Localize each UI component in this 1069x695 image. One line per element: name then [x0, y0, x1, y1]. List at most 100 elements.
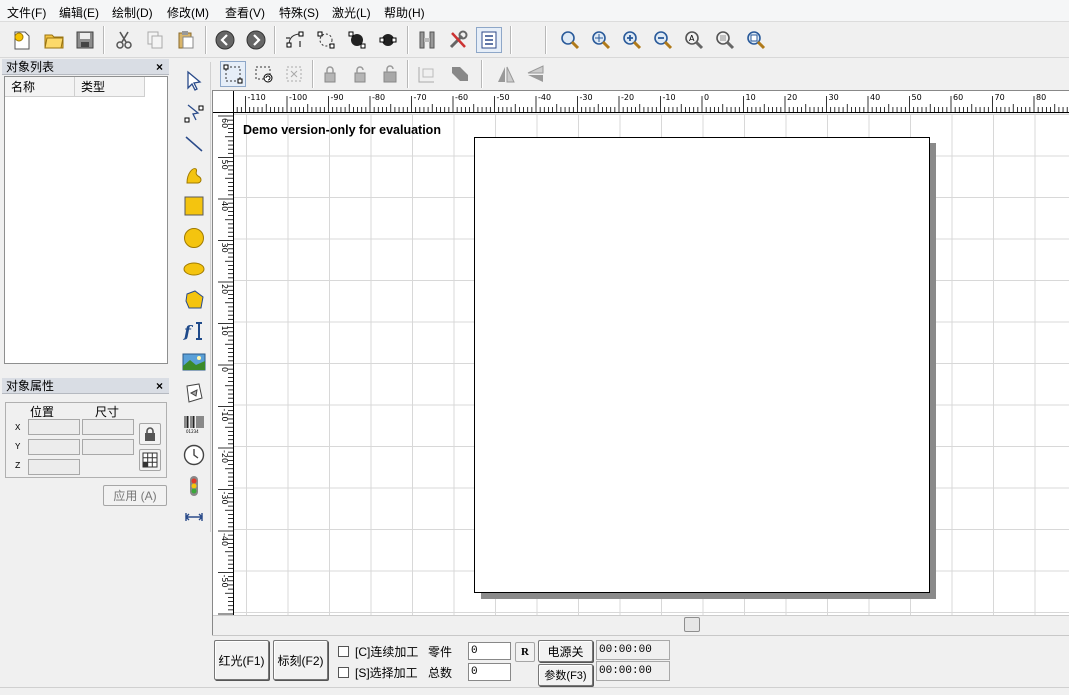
size-y-field[interactable] — [82, 439, 134, 455]
zoom-grid-icon[interactable] — [712, 27, 738, 53]
align-bottom-left-icon[interactable] — [413, 61, 439, 87]
vector-file-tool-icon[interactable] — [180, 379, 208, 407]
select-arrow-icon[interactable] — [180, 67, 208, 95]
redo-icon[interactable] — [243, 27, 269, 53]
pos-x-field[interactable] — [28, 419, 80, 435]
select-scale-icon[interactable] — [281, 61, 307, 87]
align-icon[interactable] — [414, 27, 440, 53]
pos-y-field[interactable] — [28, 439, 80, 455]
unlock-icon[interactable] — [347, 61, 373, 87]
horizontal-ruler: -110 -100 -90 -80 -70 -60 -50 -40 -30 -20 -10 0 10 20… — [234, 91, 1069, 113]
bitmap-tool-icon[interactable] — [180, 348, 208, 376]
new-file-icon[interactable] — [9, 27, 35, 53]
select-process-checkbox[interactable] — [338, 667, 349, 678]
zoom-all-icon[interactable]: A — [681, 27, 707, 53]
mirror-horizontal-icon[interactable] — [493, 61, 519, 87]
main-toolbar: A — [0, 22, 1069, 58]
barcode-tool-icon[interactable]: 01234 — [180, 410, 208, 438]
ruler-label: 30 — [829, 93, 839, 102]
toolbar-separator — [407, 60, 409, 88]
ellipse-tool-icon[interactable] — [180, 255, 208, 283]
zoom-pan-icon[interactable] — [588, 27, 614, 53]
grid-3x3-icon — [142, 452, 158, 468]
lock-icon[interactable] — [317, 61, 343, 87]
menu-help[interactable]: 帮助(H) — [384, 4, 425, 21]
menu-laser[interactable]: 激光(L) — [332, 4, 371, 21]
save-icon[interactable] — [72, 27, 98, 53]
ruler-label: 20 — [787, 93, 797, 102]
paste-icon[interactable] — [173, 27, 199, 53]
objlist-close-icon[interactable]: × — [156, 59, 163, 75]
list-view-icon[interactable] — [476, 27, 502, 53]
object-list[interactable]: 名称 类型 — [4, 76, 168, 364]
curve-tool-icon[interactable] — [180, 161, 208, 189]
mirror-vertical-icon[interactable] — [523, 61, 549, 87]
tools-wrench-icon[interactable] — [445, 27, 471, 53]
cut-icon[interactable] — [111, 27, 137, 53]
polygon-tool-icon[interactable] — [180, 286, 208, 314]
zoom-icon[interactable] — [557, 27, 583, 53]
node-edit-icon[interactable] — [282, 27, 308, 53]
ruler-label: -30 — [220, 492, 229, 505]
timer-tool-icon[interactable] — [180, 441, 208, 469]
parts-input[interactable]: 0 — [468, 642, 511, 660]
menu-special[interactable]: 特殊(S) — [279, 4, 319, 21]
circle-tool-icon[interactable] — [180, 224, 208, 252]
horizontal-scrollbar[interactable] — [213, 615, 1069, 633]
output-port-tool-icon[interactable] — [180, 503, 208, 531]
params-button[interactable]: 参数(F3) — [538, 664, 593, 686]
select-node-icon[interactable] — [220, 61, 246, 87]
mark-button[interactable]: 标刻(F2) — [273, 640, 328, 680]
rectangle-tool-icon[interactable] — [180, 192, 208, 220]
unlock-all-icon[interactable] — [377, 61, 403, 87]
pos-z-field[interactable] — [28, 459, 80, 475]
ruler-label: 30 — [220, 243, 229, 253]
menu-file[interactable]: 文件(F) — [7, 4, 46, 21]
props-close-icon[interactable]: × — [156, 378, 163, 394]
node-add-icon[interactable] — [313, 27, 339, 53]
node-delete-icon[interactable] — [344, 27, 370, 53]
mirror-diagonal-icon[interactable] — [447, 61, 473, 87]
input-port-tool-icon[interactable] — [180, 472, 208, 500]
undo-icon[interactable] — [212, 27, 238, 53]
size-x-field[interactable] — [82, 419, 134, 435]
col-header-name[interactable]: 名称 — [5, 77, 75, 97]
node-join-icon[interactable] — [375, 27, 401, 53]
open-folder-icon[interactable] — [41, 27, 67, 53]
ruler-label: 60 — [220, 118, 229, 128]
zoom-out-icon[interactable] — [650, 27, 676, 53]
menu-draw[interactable]: 绘制(D) — [112, 4, 153, 21]
ruler-label: -30 — [580, 93, 593, 102]
text-tool-icon[interactable]: f — [180, 317, 208, 345]
reset-button[interactable]: R — [515, 642, 535, 662]
toolbar-separator — [481, 60, 483, 88]
lock-ratio-button[interactable] — [139, 423, 161, 445]
ruler-label: 80 — [1036, 93, 1046, 102]
menu-modify[interactable]: 修改(M) — [167, 4, 209, 21]
red-light-button[interactable]: 红光(F1) — [214, 640, 269, 680]
ruler-label: -90 — [331, 93, 344, 102]
line-tool-icon[interactable] — [180, 130, 208, 158]
ruler-label: -70 — [414, 93, 427, 102]
ruler-label: 10 — [746, 93, 756, 102]
power-button[interactable]: 电源关 — [538, 640, 593, 662]
zoom-page-icon[interactable] — [743, 27, 769, 53]
apply-button[interactable]: 应用 (A) — [103, 485, 167, 506]
copy-icon[interactable] — [142, 27, 168, 53]
menu-edit[interactable]: 编辑(E) — [59, 4, 99, 21]
scrollbar-thumb[interactable] — [684, 617, 700, 632]
base-point-button[interactable] — [139, 449, 161, 471]
col-header-type[interactable]: 类型 — [75, 77, 145, 97]
toolbar-separator — [312, 60, 314, 88]
ruler-label: -50 — [220, 575, 229, 588]
work-time: 00:00:00 — [596, 640, 670, 660]
menu-view[interactable]: 查看(V) — [225, 4, 265, 21]
zoom-in-icon[interactable] — [619, 27, 645, 53]
continuous-checkbox[interactable] — [338, 646, 349, 657]
work-area[interactable] — [474, 137, 930, 593]
toolbar-separator — [205, 26, 207, 54]
ruler-label: 60 — [953, 93, 963, 102]
select-rotate-icon[interactable] — [251, 61, 277, 87]
total-input[interactable]: 0 — [468, 663, 511, 681]
node-edit-tool-icon[interactable] — [180, 99, 208, 127]
